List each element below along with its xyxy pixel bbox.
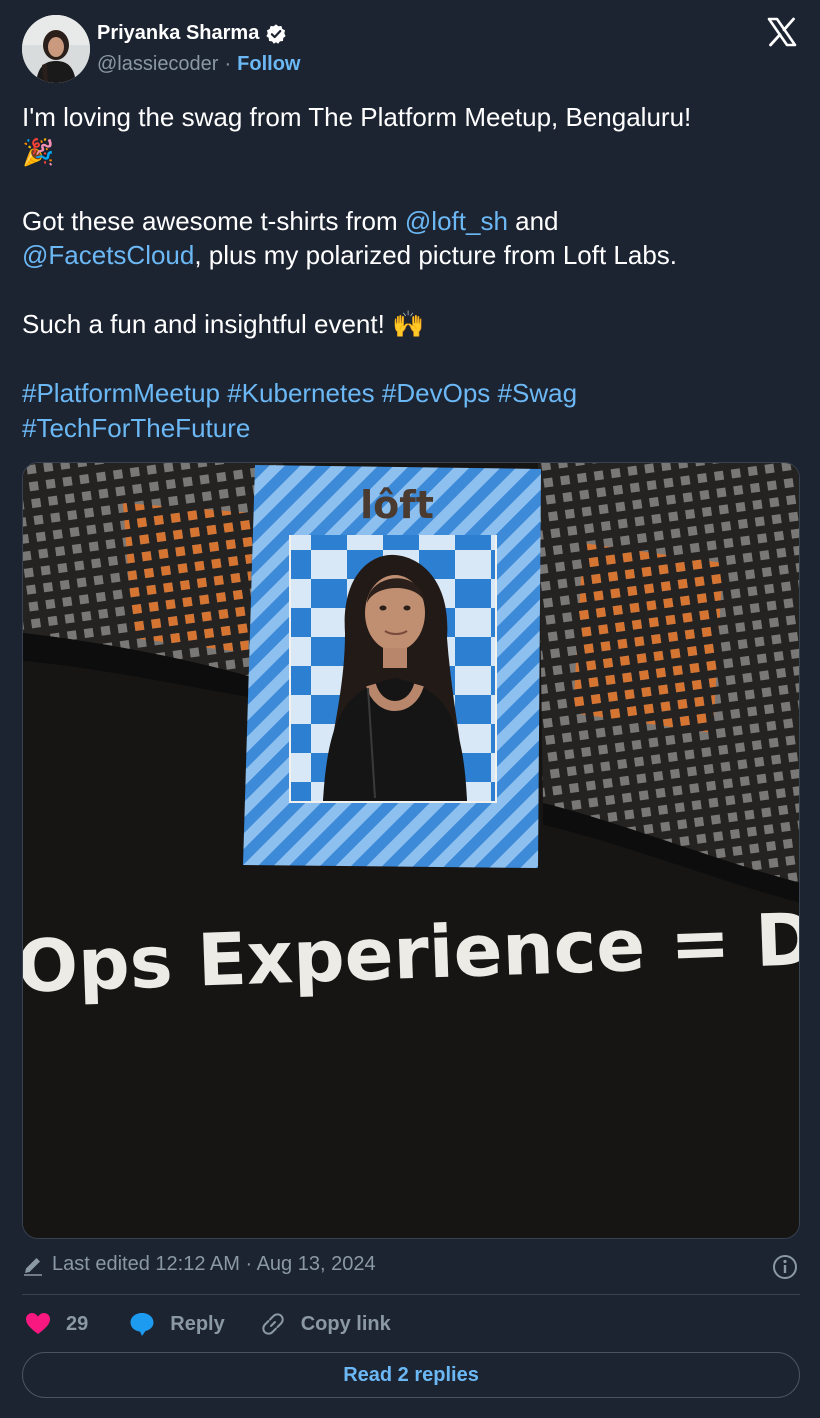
hashtag-swag[interactable]: #Swag (498, 378, 578, 408)
tweet-photo[interactable]: lôft Ops Experience = Dev E (22, 462, 800, 1239)
read-replies-label: Read 2 replies (343, 1363, 479, 1386)
verified-badge-icon (266, 23, 286, 44)
copy-link-label: Copy link (300, 1312, 391, 1335)
party-popper-icon: 🎉 (22, 136, 55, 167)
last-edited-text[interactable]: Last edited 12:12 AM · Aug 13, 2024 (52, 1253, 376, 1276)
reply-label: Reply (170, 1312, 225, 1335)
tweet-text: I'm loving the swag from The Platform Me… (22, 100, 792, 445)
copy-link-button[interactable]: Copy link (259, 1310, 391, 1338)
tweet-line-4: Such a fun and insightful event! 🙌 (22, 309, 425, 339)
hashtag-kubernetes[interactable]: #Kubernetes (227, 378, 374, 408)
author-name-row: Priyanka Sharma (97, 22, 287, 45)
like-count: 29 (66, 1312, 89, 1335)
hashtags-row-1: #PlatformMeetup #Kubernetes #DevOps #Swa… (22, 376, 792, 411)
heart-icon (26, 1313, 50, 1334)
author-handle-row: @lassiecoder · Follow (97, 53, 300, 76)
divider (22, 1294, 800, 1295)
hashtag-devops[interactable]: #DevOps (382, 378, 490, 408)
action-bar: 29 Reply Copy link (24, 1310, 391, 1338)
follow-button[interactable]: Follow (237, 53, 300, 76)
tweet-line-1: I'm loving the swag from The Platform Me… (22, 102, 692, 132)
raising-hands-icon: 🙌 (392, 309, 425, 339)
hashtag-platformmeetup[interactable]: #PlatformMeetup (22, 378, 220, 408)
edit-meta: Last edited 12:12 AM · Aug 13, 2024 (22, 1253, 376, 1276)
x-logo-icon[interactable] (766, 16, 798, 48)
link-icon (262, 1313, 284, 1335)
tweet-line-2: Got these awesome t-shirts from @loft_sh… (22, 205, 559, 236)
hashtags-row-2: #TechForTheFuture (22, 411, 792, 446)
separator-dot: · (224, 53, 232, 75)
author-name[interactable]: Priyanka Sharma (97, 22, 259, 45)
tweet-card: Priyanka Sharma @lassiecoder · Follow I'… (0, 0, 820, 1418)
pencil-icon (24, 1257, 42, 1276)
hashtag-techforthefuture[interactable]: #TechForTheFuture (22, 413, 250, 443)
frame-brand-text: lôft (360, 483, 434, 527)
tweet-line-1-emoji: 🎉 (22, 135, 792, 170)
reply-button[interactable]: Reply (128, 1310, 258, 1338)
mention-facetscloud[interactable]: @FacetsCloud (22, 240, 194, 270)
avatar[interactable] (22, 15, 90, 83)
mention-loft-sh[interactable]: @loft_sh (405, 206, 508, 236)
tweet-line-3: @FacetsCloud, plus my polarized picture … (22, 240, 678, 270)
read-replies-button[interactable]: Read 2 replies (22, 1352, 800, 1398)
polaroid-frame: lôft (243, 465, 541, 868)
speech-bubble-icon (130, 1313, 154, 1336)
info-icon[interactable] (772, 1254, 798, 1280)
author-handle[interactable]: @lassiecoder (97, 53, 218, 76)
like-button[interactable]: 29 (24, 1310, 128, 1338)
